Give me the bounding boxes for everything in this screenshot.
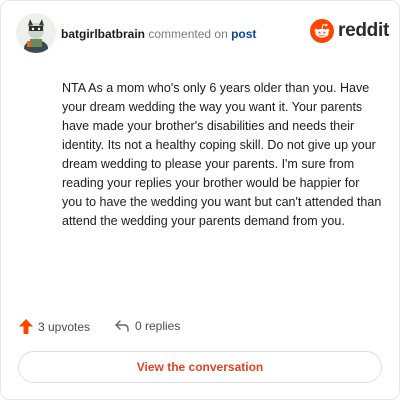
reddit-wordmark: reddit (338, 20, 389, 41)
comment-embed-card: batgirlbatbrain commented on post reddit… (0, 0, 400, 400)
reddit-logo[interactable]: reddit (310, 19, 389, 43)
reddit-snoo-icon (310, 19, 334, 43)
replies-count: 0 replies (135, 319, 181, 333)
upvotes-button[interactable]: 3 upvotes (19, 319, 90, 334)
username-link[interactable]: batgirlbatbrain (61, 27, 145, 41)
upvotes-count: 3 upvotes (38, 319, 91, 334)
avatar-image (16, 13, 56, 53)
comment-body: NTA As a mom who's only 6 years older th… (62, 81, 382, 228)
view-conversation-button[interactable]: View the conversation (18, 351, 382, 383)
reply-arrow-icon (115, 320, 129, 332)
action-text: commented on (148, 27, 228, 41)
replies-button[interactable]: 0 replies (114, 319, 180, 333)
upvote-arrow-icon (19, 319, 33, 334)
comment-header: batgirlbatbrain commented on post (61, 27, 256, 41)
post-link[interactable]: post (231, 27, 256, 41)
avatar[interactable] (16, 13, 56, 53)
